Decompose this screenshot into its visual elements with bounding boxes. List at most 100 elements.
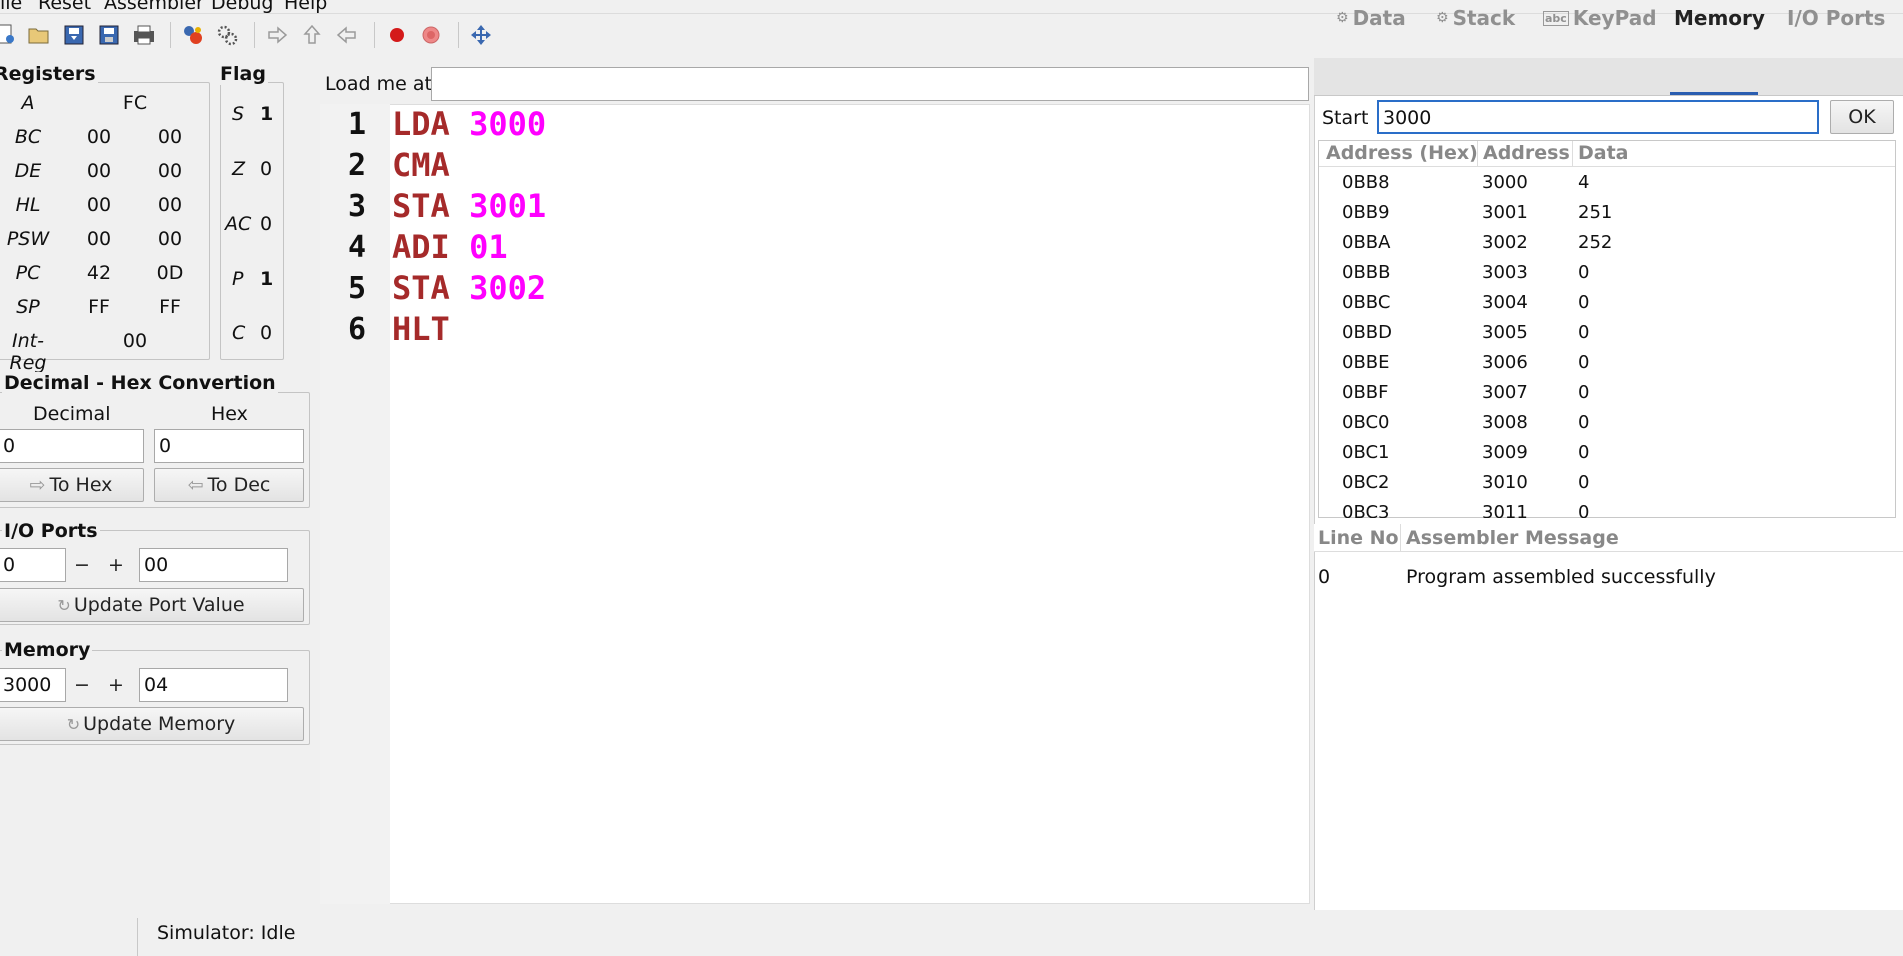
flag-name: P (232, 268, 244, 290)
cell-data: 0 (1578, 502, 1590, 518)
line-number: 4 (347, 230, 366, 265)
save-icon[interactable] (59, 20, 89, 50)
load-label: Load me at (325, 73, 432, 95)
memory-value-input[interactable]: 04 (139, 668, 288, 702)
code-operand: 3000 (469, 105, 547, 143)
menu-file[interactable]: ile (0, 0, 22, 13)
print-icon[interactable] (129, 20, 159, 50)
step-back-icon[interactable] (332, 20, 362, 50)
table-row[interactable]: 0BC3 3011 0 (1316, 498, 1896, 518)
register-low-value: 00 (157, 194, 183, 216)
assemble-icon[interactable] (178, 20, 208, 50)
header-data: Data (1578, 142, 1629, 164)
cell-address: 3001 (1482, 202, 1528, 223)
registers-group (0, 82, 210, 360)
status-bar: Simulator: Idle (0, 910, 1903, 956)
code-line[interactable]: HLT (392, 310, 469, 348)
menu-debug[interactable]: Debug (211, 0, 273, 13)
port-decrement-button[interactable]: − (66, 548, 98, 582)
cell-data: 0 (1578, 352, 1590, 373)
table-row[interactable]: 0BC1 3009 0 (1316, 438, 1896, 468)
update-memory-button[interactable]: ↻ Update Memory (0, 707, 304, 741)
register-name: DE (14, 160, 42, 182)
code-line[interactable]: LDA 3000 (392, 105, 546, 143)
code-mnemonic: STA (392, 187, 450, 225)
hex-input[interactable]: 0 (154, 429, 304, 463)
move-icon[interactable] (466, 20, 496, 50)
to-dec-label: To Dec (207, 474, 271, 496)
table-row[interactable]: 0BB9 3001 251 (1316, 198, 1896, 228)
save-as-icon[interactable] (94, 20, 124, 50)
table-row[interactable]: 0BBC 3004 0 (1316, 288, 1896, 318)
new-file-icon[interactable] (0, 20, 20, 50)
tab-stack-label: Stack (1452, 6, 1516, 30)
update-port-button[interactable]: ↻ Update Port Value (0, 588, 304, 622)
table-row[interactable]: 0BC0 3008 0 (1316, 408, 1896, 438)
tab-keypad[interactable]: abc KeyPad (1543, 6, 1657, 30)
settings-gears-icon[interactable] (212, 20, 242, 50)
code-line[interactable]: ADI 01 (392, 228, 508, 266)
code-line[interactable]: STA 3002 (392, 269, 546, 307)
tab-data[interactable]: ⚙ Data (1336, 6, 1406, 30)
cell-data: 0 (1578, 382, 1590, 403)
code-line[interactable]: CMA (392, 146, 469, 184)
port-increment-button[interactable]: + (100, 548, 132, 582)
line-number: 6 (347, 312, 366, 347)
load-address-input[interactable] (431, 67, 1309, 101)
line-number: 3 (347, 189, 366, 224)
table-row[interactable]: 0BBA 3002 252 (1316, 228, 1896, 258)
to-dec-button[interactable]: ⇦ To Dec (154, 468, 304, 502)
table-row[interactable]: 0BBB 3003 0 (1316, 258, 1896, 288)
update-memory-label: Update Memory (83, 713, 236, 735)
ok-button[interactable]: OK (1830, 100, 1894, 134)
cell-address-hex: 0BC2 (1342, 472, 1390, 493)
code-mnemonic: CMA (392, 146, 450, 184)
code-line[interactable]: STA 3001 (392, 187, 546, 225)
simulator-status: Simulator: Idle (157, 922, 296, 944)
memory-decrement-button[interactable]: − (66, 668, 98, 702)
table-row[interactable]: 0BC2 3010 0 (1316, 468, 1896, 498)
start-address-input[interactable]: 3000 (1377, 100, 1819, 134)
cell-address: 3002 (1482, 232, 1528, 253)
register-low-value: 00 (157, 228, 183, 250)
flag-name: S (232, 103, 245, 125)
menu-assembler[interactable]: Assembler (104, 0, 204, 13)
tab-io-ports[interactable]: I/O Ports (1787, 6, 1885, 30)
table-row[interactable]: 0BBD 3005 0 (1316, 318, 1896, 348)
memory-increment-button[interactable]: + (100, 668, 132, 702)
memory-address-input[interactable]: 3000 (0, 668, 66, 702)
table-row[interactable]: 0BBF 3007 0 (1316, 378, 1896, 408)
decimal-label: Decimal (33, 403, 111, 425)
memory-title: Memory (2, 639, 93, 661)
tab-keypad-label: KeyPad (1572, 6, 1657, 30)
cell-address-hex: 0BC3 (1342, 502, 1390, 518)
cell-address: 3004 (1482, 292, 1528, 313)
decimal-input[interactable]: 0 (0, 429, 144, 463)
hex-label: Hex (211, 403, 248, 425)
to-hex-button[interactable]: ⇨ To Hex (0, 468, 144, 502)
message-text: Program assembled successfully (1406, 566, 1716, 588)
open-folder-icon[interactable] (24, 20, 54, 50)
flag-name: AC (225, 213, 252, 235)
cell-address-hex: 0BBA (1342, 232, 1391, 253)
menu-reset[interactable]: Reset (38, 0, 91, 13)
register-low-value: 00 (157, 126, 183, 148)
breakpoint-disabled-icon[interactable] (416, 20, 446, 50)
table-row[interactable]: 0BBE 3006 0 (1316, 348, 1896, 378)
register-high-value: 00 (86, 194, 112, 216)
tab-memory[interactable]: Memory (1674, 6, 1765, 30)
cell-data: 0 (1578, 322, 1590, 343)
step-into-icon[interactable] (262, 20, 292, 50)
cell-address: 3011 (1482, 502, 1528, 518)
cell-address: 3006 (1482, 352, 1528, 373)
tab-stack[interactable]: ⚙ Stack (1436, 6, 1515, 30)
message-line-no: 0 (1318, 566, 1331, 588)
breakpoint-red-icon[interactable] (382, 20, 412, 50)
cell-address: 3003 (1482, 262, 1528, 283)
step-out-icon[interactable] (297, 20, 327, 50)
port-value-input[interactable]: 00 (139, 548, 288, 582)
port-number-input[interactable]: 0 (0, 548, 66, 582)
cell-address: 3010 (1482, 472, 1528, 493)
menu-help[interactable]: Help (284, 0, 327, 13)
table-row[interactable]: 0BB8 3000 4 (1316, 168, 1896, 198)
